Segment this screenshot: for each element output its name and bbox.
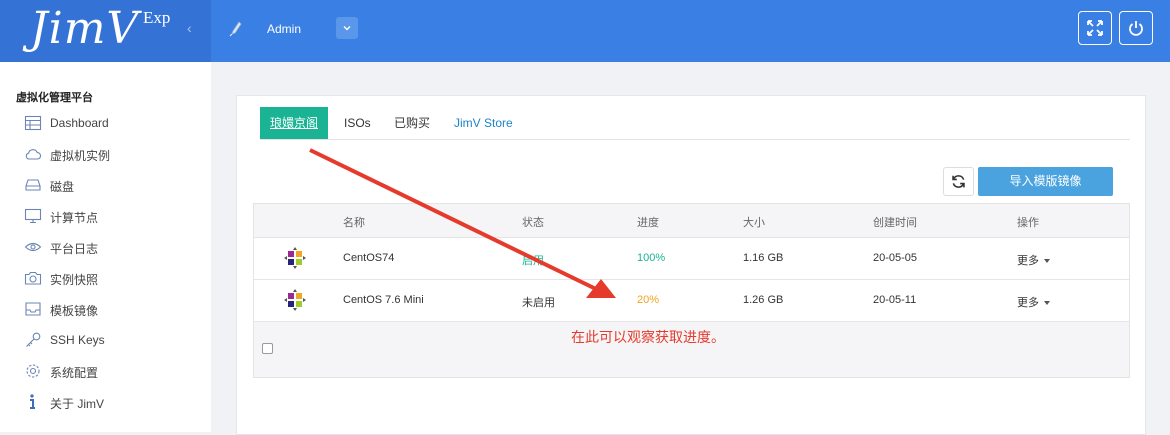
centos-icon [284,289,306,311]
sidebar-item-settings[interactable]: 系统配置 [24,362,204,384]
logout-button[interactable] [1119,11,1153,45]
sidebar-item-nodes[interactable]: 计算节点 [24,207,204,229]
fullscreen-button[interactable] [1078,11,1112,45]
column-header-progress: 进度 [637,217,659,229]
disk-icon [25,179,41,191]
info-icon [30,394,35,409]
row-more-dropdown[interactable]: 更多 [1017,294,1050,310]
sidebar-item-disks[interactable]: 磁盘 [24,176,204,198]
sidebar-item-templates[interactable]: 模板镜像 [24,300,204,322]
logo-area[interactable]: JimV Exp ‹ [0,0,211,62]
table-row[interactable]: CentOS74 启用 100% 1.16 GB 20-05-05 更多 [254,238,1129,280]
sidebar-item-label: 计算节点 [50,211,99,225]
select-all-checkbox[interactable] [262,343,273,354]
sidebar-item-instances[interactable]: 虚拟机实例 [24,145,204,167]
key-icon [26,332,41,347]
tab-langhuan[interactable]: 琅嬛京阁 [260,107,328,139]
camera-icon [24,271,42,285]
eye-icon [24,242,42,252]
tray-icon [25,302,41,316]
annotation-text: 在此可以观察获取进度。 [571,329,725,345]
caret-down-icon [1044,259,1050,264]
row-name[interactable]: CentOS 7.6 Mini [343,294,424,306]
sidebar-item-snapshots[interactable]: 实例快照 [24,269,204,291]
table-header: 名称 状态 进度 大小 创建时间 操作 [254,204,1129,238]
row-progress: 100% [637,252,666,264]
column-header-status: 状态 [522,217,544,229]
row-more-dropdown[interactable]: 更多 [1017,252,1050,268]
sidebar-item-ssh-keys[interactable]: SSH Keys [24,331,204,353]
row-created: 20-05-05 [873,252,918,264]
refresh-icon [952,175,965,188]
more-label: 更多 [1017,255,1039,267]
chevron-down-icon [343,26,351,31]
user-dropdown-toggle[interactable] [336,17,358,39]
sidebar-item-label: 关于 JimV [50,397,105,411]
sidebar-item-dashboard[interactable]: Dashboard [24,114,204,136]
sidebar-item-logs[interactable]: 平台日志 [24,238,204,260]
avatar[interactable] [229,21,243,37]
column-header-name: 名称 [343,217,365,229]
cloud-icon [25,149,42,160]
power-icon [1129,21,1143,36]
sidebar-collapse-button[interactable]: ‹ [187,20,192,36]
caret-down-icon [1044,301,1050,306]
logo-text: JimV [30,3,140,54]
row-name[interactable]: CentOS74 [343,252,394,264]
sidebar-item-label: 磁盘 [50,180,75,194]
row-status: 启用 [522,255,544,267]
sidebar-item-label: 系统配置 [50,366,99,380]
sidebar-item-about[interactable]: 关于 JimV [24,393,204,415]
logo-sup: Exp [143,8,171,27]
column-header-actions: 操作 [1017,217,1039,229]
sidebar-item-label: 平台日志 [50,242,99,256]
refresh-button[interactable] [943,167,974,196]
column-header-size: 大小 [743,217,765,229]
row-progress: 20% [637,294,660,306]
sidebar-item-label: Dashboard [50,116,109,130]
template-table: 名称 状态 进度 大小 创建时间 操作 CentOS74 启用 100% 1.1… [253,203,1130,378]
grid-icon [24,115,42,131]
tab-bar: 琅嬛京阁 ISOs 已购买 JimV Store [260,107,1130,140]
sidebar-item-label: SSH Keys [50,333,105,347]
expand-arrows-icon [1087,20,1103,36]
more-label: 更多 [1017,297,1039,309]
row-created: 20-05-11 [873,294,917,306]
sidebar-title: 虚拟化管理平台 [16,92,93,104]
import-template-button[interactable]: 导入模版镜像 [978,167,1113,196]
sidebar-item-label: 实例快照 [50,273,99,287]
row-size: 1.16 GB [743,252,784,264]
row-size: 1.26 GB [743,294,784,306]
sidebar-item-label: 模板镜像 [50,304,99,318]
sidebar-item-label: 虚拟机实例 [50,149,111,163]
column-header-created: 创建时间 [873,217,917,229]
tab-jimv-store[interactable]: JimV Store [454,107,513,139]
table-row[interactable]: CentOS 7.6 Mini 未启用 20% 1.26 GB 20-05-11… [254,280,1129,322]
monitor-icon [24,208,42,224]
tab-purchased[interactable]: 已购买 [394,107,430,139]
gear-icon [26,364,40,378]
row-status: 未启用 [522,297,555,309]
user-name[interactable]: Admin [267,22,301,36]
tab-isos[interactable]: ISOs [344,107,371,139]
centos-icon [284,247,306,269]
